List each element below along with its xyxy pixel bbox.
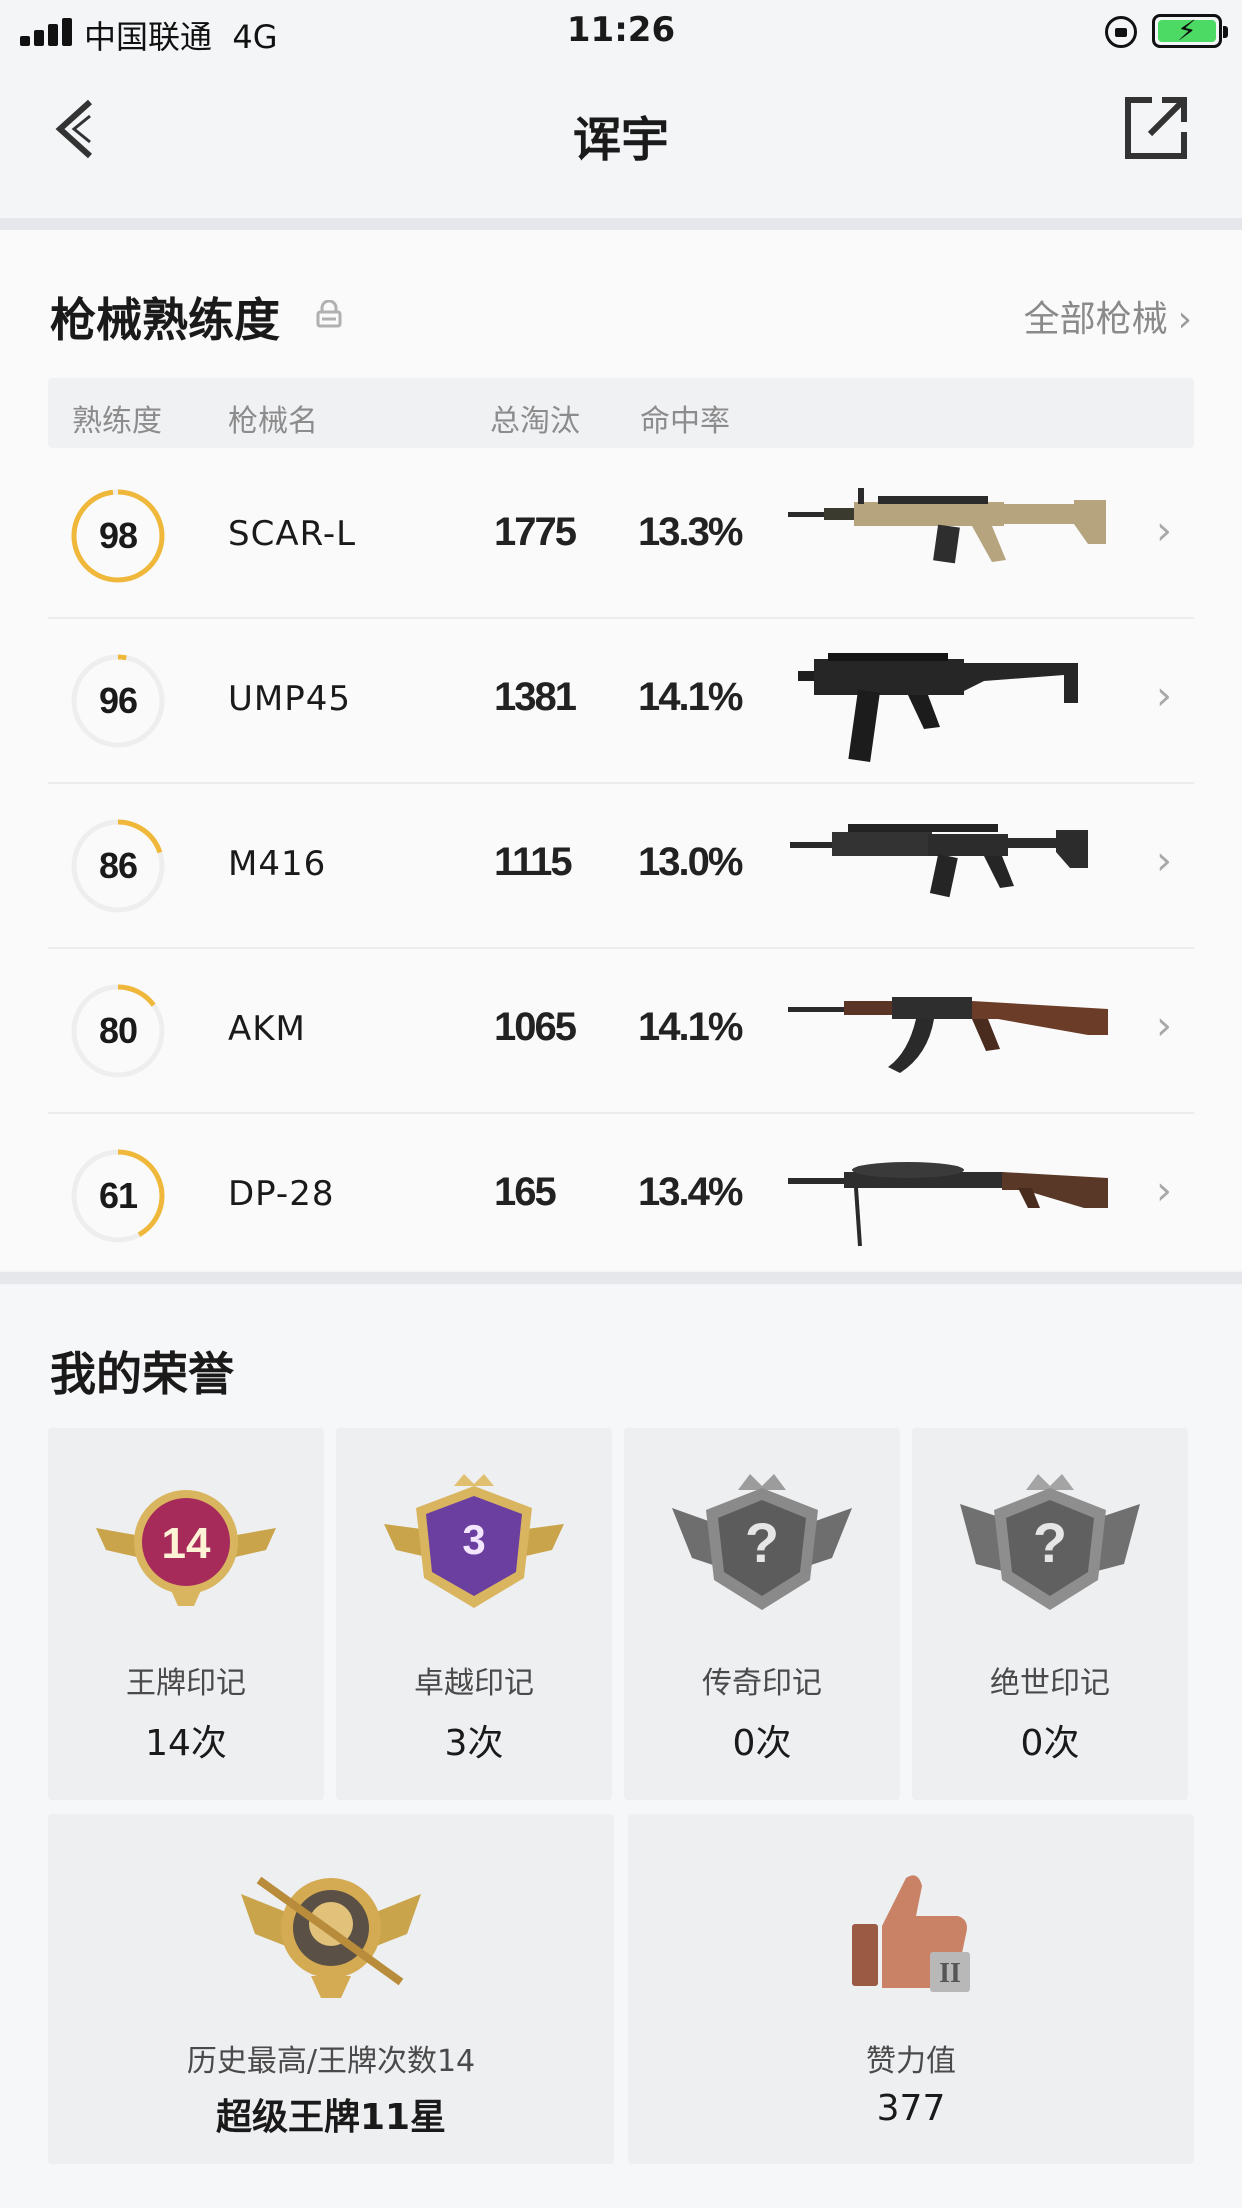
column-header: 命中率 (640, 404, 730, 439)
honor-label: 历史最高/王牌次数14 (186, 2044, 476, 2079)
honor-label: 卓越印记 (414, 1666, 534, 1701)
honor-value: 超级王牌11星 (215, 2097, 447, 2138)
total-kills: 1065 (494, 1005, 577, 1049)
likes-card[interactable]: II 赞力值 377 (628, 1814, 1194, 2164)
honors-section: 我的荣誉 14 王牌印记 14次 3 卓越印记 3次 ? 传奇印记 0次 ? 绝… (0, 1286, 1242, 2208)
honor-label: 传奇印记 (702, 1666, 822, 1701)
total-kills: 165 (494, 1170, 557, 1214)
share-icon[interactable] (1122, 92, 1192, 162)
lock-icon (316, 300, 342, 328)
weapon-row[interactable]: 98 SCAR-L 1775 13.3% › (48, 454, 1194, 619)
tier-label: II (939, 1958, 961, 1989)
total-kills: 1381 (494, 675, 577, 719)
weapon-row[interactable]: 61 DP-28 165 13.4% › (48, 1114, 1194, 1279)
weapon-row[interactable]: 86 M416 1115 13.0% › (48, 784, 1194, 949)
divider (0, 1272, 1242, 1284)
badge-symbol: ? (745, 1511, 779, 1574)
honor-value: 0次 (732, 1723, 792, 1764)
chevron-right-icon: › (1156, 673, 1172, 719)
proficiency-value: 98 (98, 515, 138, 556)
dp28-lmg-image (788, 1162, 1108, 1247)
ump45-smg-image (798, 653, 1078, 762)
highest-rank-card[interactable]: 历史最高/王牌次数14 超级王牌11星 (48, 1814, 614, 2164)
page-title: 诨宇 (572, 112, 669, 168)
all-weapons-label: 全部枪械 (1023, 299, 1168, 340)
scar-l-rifle-image (788, 488, 1106, 564)
weapon-name: UMP45 (228, 679, 351, 719)
honor-card[interactable]: 14 王牌印记 14次 (48, 1428, 324, 1800)
all-weapons-link[interactable]: 全部枪械 › (1024, 290, 1192, 342)
proficiency-value: 96 (98, 680, 138, 721)
chevron-right-icon: › (1156, 1168, 1172, 1214)
honor-card[interactable]: ? 绝世印记 0次 (912, 1428, 1188, 1800)
chevron-right-icon: › (1156, 1003, 1172, 1049)
column-header: 总淘汰 (490, 404, 580, 439)
section-title: 枪械熟练度 (50, 293, 280, 347)
hit-rate: 14.1% (638, 1005, 743, 1049)
honor-card[interactable]: ? 传奇印记 0次 (624, 1428, 900, 1800)
badge-number: 3 (462, 1516, 485, 1563)
divider (0, 218, 1242, 230)
honor-value: 3次 (444, 1723, 504, 1764)
total-kills: 1115 (494, 840, 573, 884)
weapon-row[interactable]: 80 AKM 1065 14.1% › (48, 949, 1194, 1114)
weapon-name: SCAR-L (228, 514, 357, 554)
honor-value: 0次 (1020, 1723, 1080, 1764)
hit-rate: 13.4% (638, 1170, 743, 1214)
honor-label: 绝世印记 (990, 1666, 1110, 1701)
chevron-right-icon: › (1156, 838, 1172, 884)
column-header: 枪械名 (228, 404, 318, 439)
orientation-lock-icon (1105, 16, 1137, 48)
chevron-right-icon: › (1156, 508, 1172, 554)
akm-rifle-image (788, 997, 1108, 1073)
proficiency-value: 80 (98, 1010, 138, 1051)
column-header: 熟练度 (72, 404, 162, 439)
proficiency-value: 86 (98, 845, 138, 886)
status-bar: 中国联通 4G 11:26 ⚡ (0, 0, 1242, 64)
honor-value: 377 (876, 2088, 946, 2129)
total-kills: 1775 (494, 510, 577, 554)
ace-badge-icon: 14 (96, 1490, 276, 1606)
hit-rate: 13.3% (638, 510, 743, 554)
proficiency-value: 61 (98, 1175, 138, 1216)
weapon-name: M416 (228, 844, 327, 884)
battery-icon: ⚡ (1152, 14, 1228, 48)
badge-symbol: ? (1033, 1511, 1067, 1574)
excellence-badge-icon: 3 (384, 1474, 564, 1608)
m416-rifle-image (790, 824, 1088, 898)
weapon-proficiency-section: 枪械熟练度 全部枪械 › 熟练度 枪械名 总淘汰 命中率 98 SCAR-L 17… (0, 230, 1242, 1270)
legend-badge-icon: ? (672, 1474, 852, 1610)
table-header: 熟练度 枪械名 总淘汰 命中率 (48, 378, 1194, 448)
honor-label: 王牌印记 (126, 1666, 246, 1701)
honor-value: 14次 (145, 1723, 227, 1764)
weapon-name: AKM (228, 1009, 306, 1049)
weapon-name: DP-28 (228, 1174, 335, 1214)
badge-number: 14 (162, 1519, 211, 1568)
super-ace-badge-icon (241, 1876, 421, 1998)
honor-label: 赞力值 (866, 2044, 956, 2079)
status-time: 11:26 (566, 10, 676, 50)
hit-rate: 14.1% (638, 675, 743, 719)
nav-bar: 诨宇 (0, 64, 1242, 214)
honor-card[interactable]: 3 卓越印记 3次 (336, 1428, 612, 1800)
thumbs-up-icon: II (852, 1875, 970, 1992)
weapon-row[interactable]: 96 UMP45 1381 14.1% › (48, 619, 1194, 784)
peerless-badge-icon: ? (960, 1474, 1140, 1610)
chevron-right-icon: › (1177, 299, 1192, 340)
section-title: 我的荣誉 (50, 1347, 234, 1401)
hit-rate: 13.0% (638, 840, 743, 884)
